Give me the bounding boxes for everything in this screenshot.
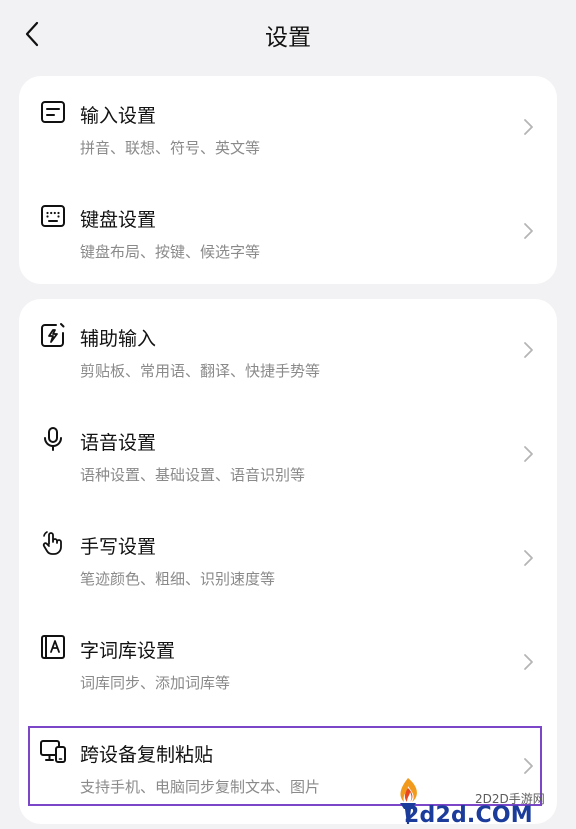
item-label: 手写设置	[80, 536, 157, 558]
settings-group-advanced: 辅助输入 剪贴板、常用语、翻译、快捷手势等 语音设置 语种设置、基础设置、语音识…	[19, 299, 557, 824]
keyboard-settings-item[interactable]: 键盘设置 键盘布局、按键、候选字等	[19, 180, 557, 284]
item-description: 支持手机、电脑同步复制文本、图片	[80, 778, 321, 796]
item-label: 输入设置	[80, 105, 157, 127]
chevron-right-icon	[524, 223, 533, 239]
chevron-right-icon	[524, 758, 533, 774]
header-bar: 设置	[0, 0, 576, 72]
keyboard-icon	[41, 205, 65, 227]
item-label: 字词库设置	[80, 640, 176, 662]
chevron-right-icon	[524, 550, 533, 566]
watermark-site: 2D2D手游网	[475, 792, 545, 806]
item-label: 跨设备复制粘贴	[80, 744, 214, 766]
microphone-icon	[44, 427, 62, 451]
chevron-right-icon	[524, 446, 533, 462]
assist-input-icon	[41, 323, 65, 347]
item-label: 键盘设置	[80, 209, 157, 231]
cross-device-icon	[40, 740, 66, 763]
item-label: 辅助输入	[80, 328, 157, 350]
item-description: 拼音、联想、符号、英文等	[80, 139, 261, 157]
chevron-right-icon	[524, 342, 533, 358]
input-settings-icon	[41, 101, 65, 123]
page-title: 设置	[265, 25, 311, 51]
item-description: 语种设置、基础设置、语音识别等	[80, 466, 306, 484]
item-description: 词库同步、添加词库等	[80, 674, 231, 692]
dictionary-icon	[41, 635, 65, 659]
item-label: 语音设置	[80, 432, 157, 454]
chevron-right-icon	[524, 119, 533, 135]
dictionary-settings-item[interactable]: 字词库设置 词库同步、添加词库等	[19, 611, 557, 715]
item-description: 键盘布局、按键、候选字等	[80, 243, 261, 261]
handwriting-settings-item[interactable]: 手写设置 笔迹颜色、粗细、识别速度等	[19, 507, 557, 611]
settings-group-basic: 输入设置 拼音、联想、符号、英文等 键盘设置 键盘布局、按键、候选字等	[19, 76, 557, 284]
assist-input-item[interactable]: 辅助输入 剪贴板、常用语、翻译、快捷手势等	[19, 299, 557, 403]
voice-settings-item[interactable]: 语音设置 语种设置、基础设置、语音识别等	[19, 403, 557, 507]
item-description: 剪贴板、常用语、翻译、快捷手势等	[80, 362, 321, 380]
input-settings-item[interactable]: 输入设置 拼音、联想、符号、英文等	[19, 76, 557, 180]
handwriting-icon	[42, 531, 62, 555]
item-description: 笔迹颜色、粗细、识别速度等	[80, 570, 276, 588]
chevron-right-icon	[524, 654, 533, 670]
